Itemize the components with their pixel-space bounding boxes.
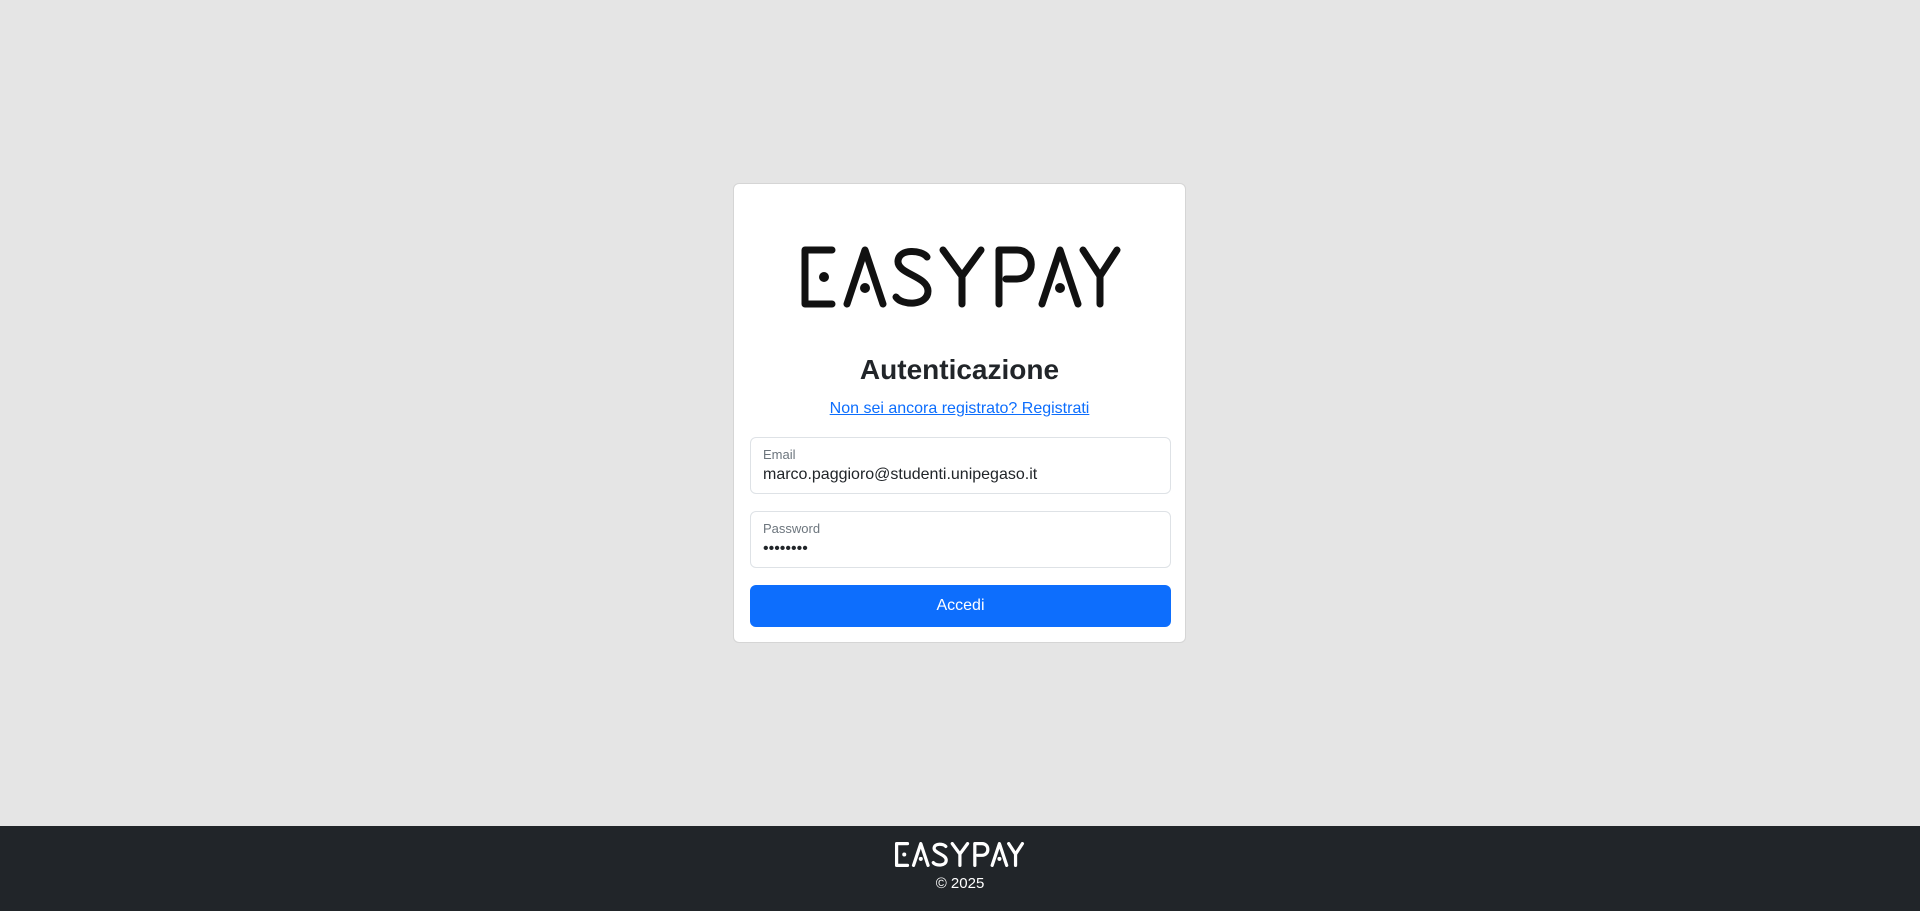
page-title: Autenticazione: [859, 354, 1060, 385]
login-button[interactable]: Accedi: [750, 585, 1171, 627]
main-content: Autenticazione Non sei ancora registrato…: [0, 0, 1920, 826]
footer-easypay-logo: [894, 842, 1025, 867]
password-input[interactable]: [763, 538, 1158, 560]
copyright-text: © 2025: [935, 875, 985, 892]
register-link-wrapper: Non sei ancora registrato? Registrati: [734, 400, 1185, 418]
login-card: Autenticazione Non sei ancora registrato…: [733, 183, 1186, 643]
register-link[interactable]: Non sei ancora registrato? Registrati: [830, 400, 1090, 417]
easypay-logo: [801, 246, 1121, 308]
email-label: Email: [763, 447, 796, 462]
email-field[interactable]: Email: [750, 437, 1171, 494]
password-field[interactable]: Password: [750, 511, 1171, 568]
password-label: Password: [763, 521, 821, 536]
email-input[interactable]: [763, 464, 1158, 486]
footer: © 2025: [0, 826, 1920, 911]
